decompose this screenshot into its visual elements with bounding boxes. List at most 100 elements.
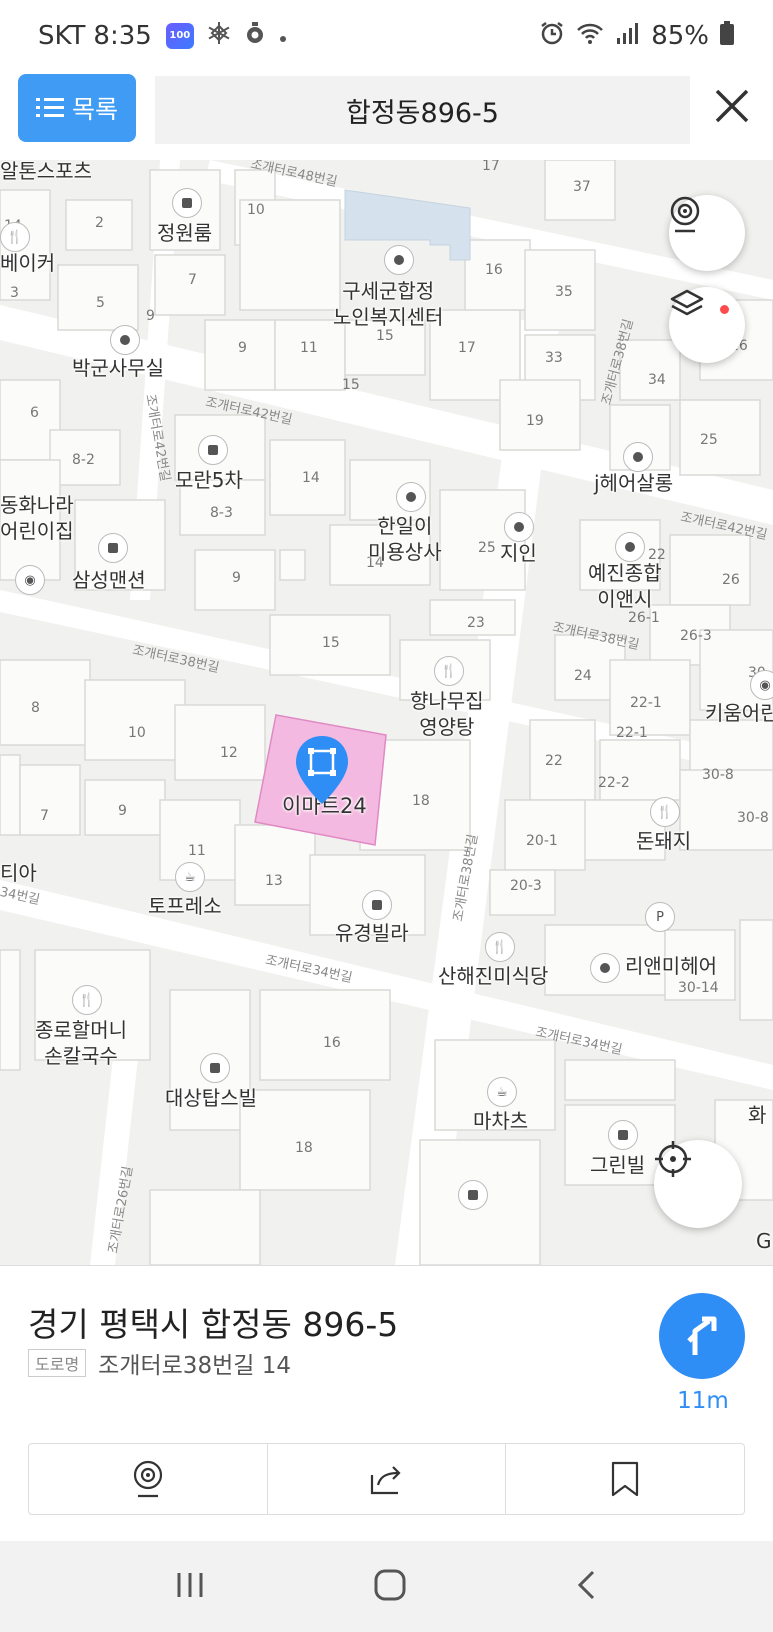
place-icon[interactable] <box>110 325 140 355</box>
place-label[interactable]: 마차츠 <box>473 1108 528 1134</box>
place-label[interactable]: 키움어린 <box>705 700 773 726</box>
map-view[interactable]: 2 10 7 5 9 11 15 17 16 35 33 19 37 34 26… <box>0 160 773 1265</box>
cctv-action-button[interactable] <box>29 1444 268 1514</box>
layers-button[interactable] <box>669 287 745 363</box>
lot-number: 9 <box>146 308 155 324</box>
restaurant-icon[interactable]: 🍴 <box>72 985 102 1015</box>
restaurant-icon[interactable]: 🍴 <box>434 656 464 686</box>
cafe-icon[interactable]: ☕ <box>487 1077 517 1107</box>
place-label[interactable]: 정원룸 <box>157 220 212 246</box>
lot-number: 15 <box>342 377 360 393</box>
bookmark-button[interactable] <box>506 1444 744 1514</box>
lot-number: 10 <box>247 202 265 218</box>
lot-number: 30-8 <box>702 767 734 783</box>
current-location-button[interactable] <box>654 1140 742 1228</box>
lot-number: 6 <box>30 405 39 421</box>
lot-number: 8-2 <box>72 452 95 468</box>
lot-number: 33 <box>545 350 563 366</box>
place-label[interactable]: 한일이 미용상사 <box>368 513 442 565</box>
parking-icon[interactable]: P <box>645 902 675 932</box>
restaurant-icon[interactable]: 🍴 <box>0 222 30 252</box>
battery-label: 85% <box>651 21 709 51</box>
apartment-icon[interactable] <box>608 1120 638 1150</box>
ring-icon <box>244 20 266 53</box>
place-label[interactable]: 화 <box>748 1102 766 1128</box>
apartment-icon[interactable] <box>98 533 128 563</box>
back-icon[interactable] <box>575 1569 599 1605</box>
place-icon[interactable] <box>623 442 653 472</box>
status-bar: SKT 8:35 100 85% <box>0 0 773 72</box>
lot-number: 35 <box>555 284 573 300</box>
selected-location-marker[interactable] <box>294 734 350 814</box>
place-label[interactable]: 박군사무실 <box>72 355 164 381</box>
battery-icon <box>719 20 735 53</box>
daycare-icon[interactable]: ◉ <box>15 565 45 595</box>
place-label[interactable]: 베이커 <box>0 250 55 276</box>
apartment-icon[interactable] <box>172 188 202 218</box>
share-icon <box>370 1466 401 1495</box>
apartment-icon[interactable] <box>458 1180 488 1210</box>
directions-icon <box>687 1316 717 1355</box>
place-icon[interactable] <box>590 953 620 983</box>
place-label[interactable]: 구세군합정 노인복지센터 <box>333 278 443 330</box>
cctv-button[interactable] <box>669 195 745 271</box>
search-input[interactable]: 합정동896-5 <box>155 76 690 144</box>
distance-label: 11m <box>677 1388 729 1414</box>
road-address: 조개터로38번길 14 <box>98 1353 291 1379</box>
place-label[interactable]: 유경빌라 <box>335 920 409 946</box>
lot-number: 9 <box>238 340 247 356</box>
lot-number: 11 <box>188 843 206 859</box>
share-button[interactable] <box>268 1444 507 1514</box>
place-label[interactable]: G <box>756 1228 772 1254</box>
place-label[interactable]: 돈돼지 <box>636 828 691 854</box>
directions-button[interactable] <box>659 1293 745 1379</box>
place-label[interactable]: 그린빌 <box>590 1152 645 1178</box>
place-label[interactable]: 리앤미헤어 <box>625 953 717 979</box>
action-bar <box>28 1443 745 1515</box>
restaurant-icon[interactable]: 🍴 <box>485 932 515 962</box>
lot-number: 22 <box>545 753 563 769</box>
lot-number: 15 <box>376 328 394 344</box>
lot-number: 7 <box>40 808 49 824</box>
close-icon[interactable] <box>712 86 752 126</box>
apartment-icon[interactable] <box>200 1053 230 1083</box>
lot-number: 8-3 <box>210 505 233 521</box>
address-title: 경기 평택시 합정동 896-5 <box>28 1305 399 1344</box>
lot-number: 22-2 <box>598 775 630 791</box>
place-label[interactable]: 예진종합 이앤시 <box>588 560 662 612</box>
place-icon[interactable] <box>384 245 414 275</box>
place-label[interactable]: 토프레소 <box>148 893 222 919</box>
lot-number: 19 <box>526 413 544 429</box>
search-query: 합정동896-5 <box>346 97 499 129</box>
lot-number: 25 <box>478 540 496 556</box>
carrier-label: SKT <box>38 21 86 51</box>
place-icon[interactable] <box>396 482 426 512</box>
place-label[interactable]: 종로할머니 손칼국수 <box>35 1017 127 1069</box>
place-label[interactable]: 알톤스포츠 <box>0 160 92 184</box>
list-button[interactable]: 목록 <box>18 74 136 142</box>
place-label[interactable]: j헤어살롱 <box>594 470 673 496</box>
place-label[interactable]: 모란5차 <box>175 467 243 493</box>
place-label[interactable]: 동화나라 어린이집 <box>0 492 74 544</box>
lot-number: 15 <box>322 635 340 651</box>
lot-number: 10 <box>128 725 146 741</box>
place-label[interactable]: 삼성맨션 <box>72 567 146 593</box>
apartment-icon[interactable] <box>362 890 392 920</box>
place-label[interactable]: 지인 <box>500 540 537 566</box>
place-label[interactable]: 산해진미식당 <box>438 963 548 989</box>
place-label[interactable]: 티아 <box>0 860 37 886</box>
daycare-icon[interactable]: ◉ <box>750 670 773 700</box>
lot-number: 7 <box>188 272 197 288</box>
apartment-icon[interactable] <box>198 435 228 465</box>
place-icon[interactable] <box>615 532 645 562</box>
home-icon[interactable] <box>373 1568 407 1606</box>
restaurant-icon[interactable]: 🍴 <box>650 797 680 827</box>
lot-number: 9 <box>118 803 127 819</box>
lot-number: 16 <box>323 1035 341 1051</box>
lot-number: 23 <box>467 615 485 631</box>
place-icon[interactable] <box>504 512 534 542</box>
place-label[interactable]: 향나무집 영양탕 <box>410 688 484 740</box>
cafe-icon[interactable]: ☕ <box>175 862 205 892</box>
recent-apps-icon[interactable] <box>174 1570 206 1604</box>
place-label[interactable]: 대상탑스빌 <box>165 1085 257 1111</box>
